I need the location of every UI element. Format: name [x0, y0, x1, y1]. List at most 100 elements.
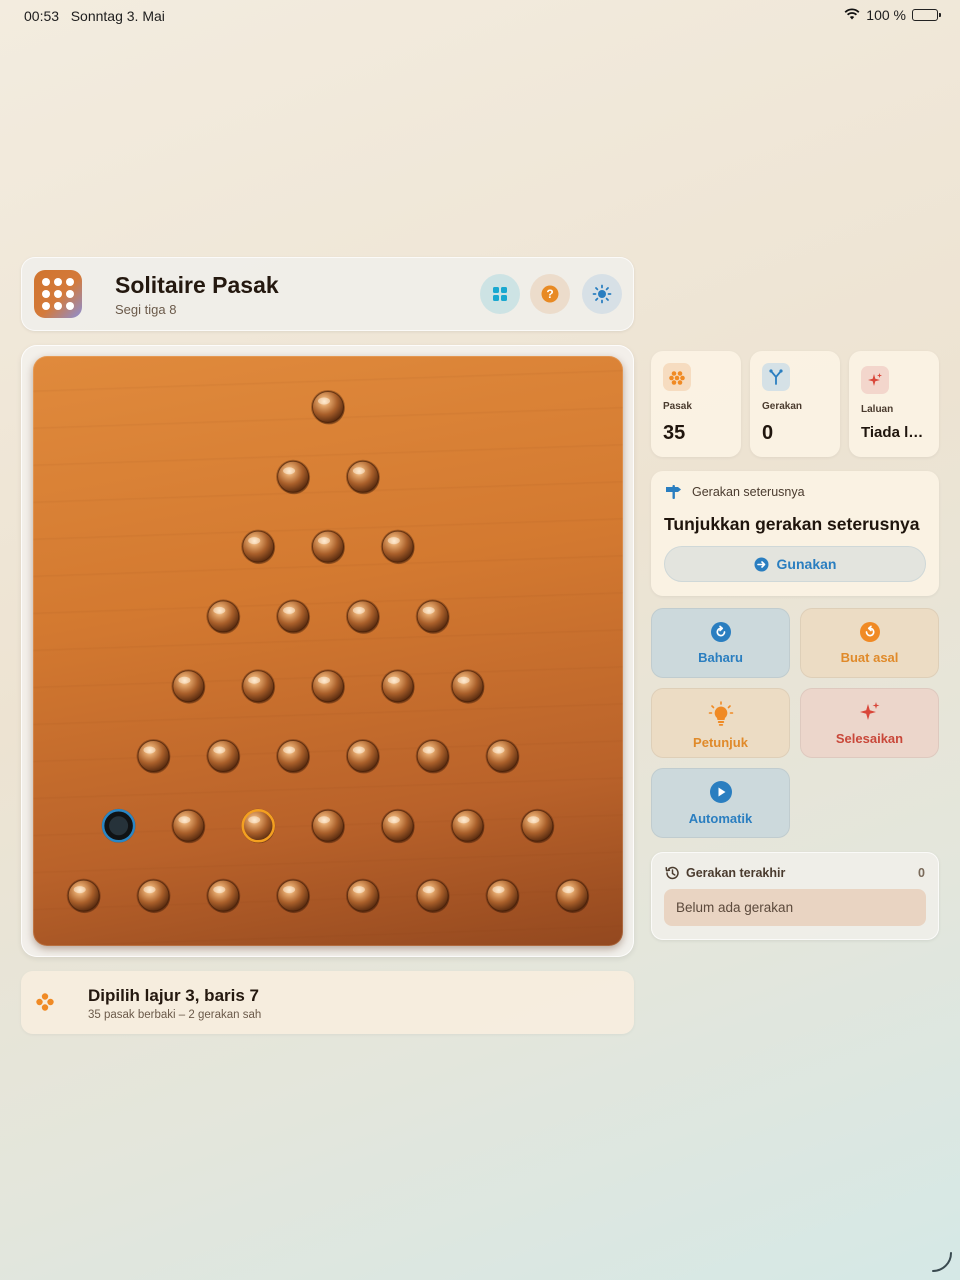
battery-percent: 100 % — [866, 7, 906, 23]
stat-card-moves: Gerakan 0 — [750, 351, 840, 457]
selection-subtitle: 35 pasak berbaki – 2 gerakan sah — [88, 1009, 262, 1021]
peg[interactable] — [415, 739, 450, 774]
stat-value-pegs: 35 — [663, 422, 686, 444]
recent-moves-title: Gerakan terakhir — [686, 866, 786, 880]
undo-label: Buat asal — [840, 649, 899, 665]
auto-play-label: Automatik — [688, 810, 753, 826]
solve-button[interactable]: Selesaikan — [800, 688, 939, 758]
peg-board-svg[interactable] — [33, 356, 623, 946]
peg[interactable] — [241, 529, 276, 565]
play-icon — [709, 780, 732, 803]
signpost-icon — [666, 485, 681, 499]
question-icon: ? — [541, 285, 559, 303]
peg[interactable] — [206, 599, 241, 634]
next-move-title: Tunjukkan gerakan seterusnya — [664, 514, 920, 534]
stat-value-path: Tiada l… — [861, 424, 924, 441]
grid-icon — [493, 287, 507, 301]
peg[interactable] — [171, 808, 206, 844]
stat-card-path: Laluan Tiada l… — [849, 351, 939, 457]
header-card: Solitaire Pasak Segi tiga 8 ? — [21, 257, 634, 331]
appearance-button[interactable] — [582, 274, 622, 314]
status-bar: 00:53 Sonntag 3. Mai 100 % — [0, 0, 960, 32]
peg[interactable] — [206, 878, 241, 914]
peg[interactable] — [136, 739, 171, 774]
peg[interactable] — [380, 669, 415, 704]
recent-moves-count: 0 — [918, 866, 925, 880]
sparkle-icon — [859, 701, 879, 720]
peg[interactable] — [345, 599, 380, 634]
peg[interactable] — [206, 739, 241, 774]
peg-cluster-icon — [663, 363, 691, 391]
stat-label-moves: Gerakan — [762, 401, 803, 412]
page-title: Solitaire Pasak — [115, 272, 279, 298]
peg[interactable] — [276, 878, 311, 914]
status-indicators: 100 % — [844, 7, 941, 23]
peg[interactable] — [380, 808, 415, 844]
board-variant: Segi tiga 8 — [115, 302, 177, 317]
stat-label-pegs: Pasak — [663, 401, 692, 412]
branch-icon — [762, 363, 790, 391]
reset-label: Baharu — [698, 649, 743, 665]
reset-button[interactable]: Baharu — [651, 608, 790, 678]
peg[interactable] — [311, 390, 345, 425]
peg[interactable] — [485, 739, 520, 774]
peg[interactable] — [136, 878, 171, 914]
recent-moves-empty: Belum ada gerakan — [664, 889, 926, 926]
sparkle-icon — [861, 366, 889, 394]
peg[interactable] — [276, 599, 311, 634]
peg[interactable] — [311, 808, 345, 844]
peg[interactable] — [311, 669, 345, 704]
peg[interactable] — [380, 529, 415, 565]
apply-move-button[interactable]: Gunakan — [664, 546, 926, 582]
wifi-icon — [844, 7, 860, 23]
status-time: 00:53 Sonntag 3. Mai — [24, 8, 165, 24]
battery-icon — [912, 9, 941, 21]
empty-hole[interactable] — [101, 808, 136, 843]
peg[interactable] — [450, 808, 485, 844]
auto-play-button[interactable]: Automatik — [651, 768, 790, 838]
app-logo-icon — [34, 270, 82, 318]
clock-text: 00:53 — [24, 8, 60, 24]
peg[interactable] — [345, 459, 380, 495]
apply-move-label: Gunakan — [776, 556, 837, 572]
undo-button[interactable]: Buat asal — [800, 608, 939, 678]
peg[interactable] — [485, 878, 520, 914]
layout-picker-button[interactable] — [480, 274, 520, 314]
selected-peg[interactable] — [241, 808, 276, 844]
selection-title: Dipilih lajur 3, baris 7 — [88, 986, 259, 1005]
recent-moves-card: Gerakan terakhir 0 Belum ada gerakan — [651, 852, 939, 940]
peg[interactable] — [520, 808, 555, 844]
undo-icon — [859, 621, 880, 642]
svg-text:?: ? — [546, 287, 553, 301]
next-move-card: Gerakan seterusnya Tunjukkan gerakan set… — [651, 471, 939, 596]
peg[interactable] — [241, 669, 276, 704]
peg[interactable] — [345, 739, 380, 774]
game-board[interactable] — [33, 356, 623, 946]
peg[interactable] — [555, 878, 590, 914]
solve-label: Selesaikan — [835, 730, 904, 746]
stat-value-moves: 0 — [762, 422, 774, 444]
resize-handle-icon — [932, 1252, 952, 1272]
peg[interactable] — [345, 878, 380, 914]
peg[interactable] — [415, 599, 450, 634]
peg[interactable] — [276, 459, 311, 495]
refresh-icon — [710, 621, 731, 642]
peg[interactable] — [171, 669, 206, 704]
hint-button[interactable]: Petunjuk — [651, 688, 790, 758]
history-icon — [665, 866, 679, 880]
hint-label: Petunjuk — [693, 734, 748, 750]
stat-card-pegs: Pasak 35 — [651, 351, 741, 457]
selection-status-card: Dipilih lajur 3, baris 7 35 pasak berbak… — [21, 971, 634, 1034]
peg[interactable] — [311, 529, 345, 565]
help-button[interactable]: ? — [530, 274, 570, 314]
peg[interactable] — [276, 739, 311, 774]
date-text: Sonntag 3. Mai — [70, 8, 165, 24]
peg[interactable] — [450, 669, 485, 704]
peg-cluster-icon — [36, 993, 54, 1011]
next-move-heading: Gerakan seterusnya — [692, 485, 805, 499]
lightbulb-icon — [708, 700, 733, 726]
peg[interactable] — [66, 878, 101, 914]
stat-label-path: Laluan — [861, 404, 894, 415]
peg[interactable] — [415, 878, 450, 914]
arrow-circle-icon — [754, 557, 769, 571]
